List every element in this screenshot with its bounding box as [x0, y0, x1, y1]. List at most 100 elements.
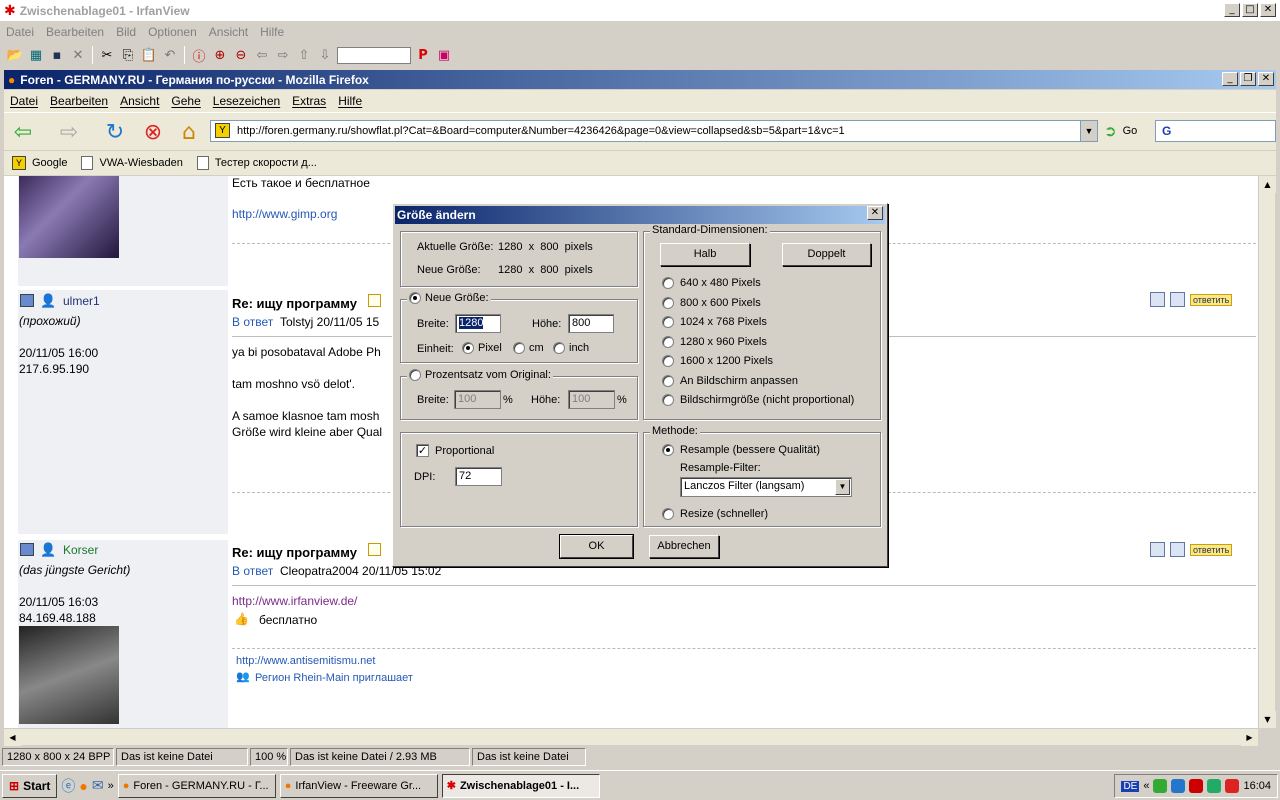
ok-button[interactable]: OK: [559, 534, 634, 559]
ff-menu-datei[interactable]: Datei: [4, 94, 44, 108]
std-option-640[interactable]: 640 x 480 Pixels: [662, 277, 761, 289]
delete-post-icon[interactable]: [1150, 292, 1165, 307]
maximize-button[interactable]: □: [1242, 3, 1258, 17]
close-button[interactable]: ✕: [1258, 72, 1274, 86]
radio-button[interactable]: [662, 508, 674, 520]
task-irfanview-web[interactable]: ● IrfanView - Freeware Gr...: [279, 773, 438, 798]
scroll-right-icon[interactable]: ▶: [1241, 729, 1258, 746]
forward-icon[interactable]: ⇨: [54, 117, 84, 147]
scroll-down-icon[interactable]: ▼: [1259, 711, 1276, 728]
task-firefox[interactable]: ● Foren - GERMANY.RU - Г...: [117, 773, 276, 798]
signature-link[interactable]: http://www.antisemitismu.net: [236, 655, 375, 667]
cancel-button[interactable]: Abbrechen: [649, 535, 719, 558]
resize-option[interactable]: Resize (schneller): [662, 508, 768, 520]
previous-icon[interactable]: ⇦: [253, 46, 271, 64]
minimize-button[interactable]: _: [1222, 72, 1238, 86]
last-icon[interactable]: ⇩: [316, 46, 334, 64]
collapse-icon[interactable]: [20, 294, 34, 307]
undo-icon[interactable]: ↶: [161, 46, 179, 64]
menu-bearbeiten[interactable]: Bearbeiten: [40, 25, 110, 39]
scroll-up-icon[interactable]: ▲: [1259, 176, 1276, 193]
search-box[interactable]: G: [1155, 120, 1276, 142]
quicklaunch-ie-icon[interactable]: ⓔ: [61, 776, 75, 796]
start-button[interactable]: ⊞ Start: [2, 773, 58, 798]
menu-bild[interactable]: Bild: [110, 25, 142, 39]
unit-cm-radio[interactable]: [513, 342, 525, 354]
quicklaunch-outlook-icon[interactable]: ✉: [92, 777, 104, 794]
signature-text[interactable]: Регион Rhein-Main приглашает: [255, 672, 413, 684]
quicklaunch-firefox-icon[interactable]: ●: [79, 778, 87, 794]
quicklaunch-more-icon[interactable]: »: [108, 780, 114, 792]
reload-icon[interactable]: ↻: [100, 117, 130, 147]
first-icon[interactable]: ⇧: [295, 46, 313, 64]
checkbox-checked-icon[interactable]: ✓: [416, 444, 429, 457]
reply-button[interactable]: ответить: [1190, 543, 1233, 556]
radio-button[interactable]: [662, 316, 674, 328]
radio-button[interactable]: [662, 277, 674, 289]
ff-menu-hilfe[interactable]: Hilfe: [332, 94, 368, 108]
half-button[interactable]: Halb: [660, 243, 750, 266]
tray-acrobat-icon[interactable]: [1225, 779, 1240, 793]
reply-to-link[interactable]: В ответ: [232, 315, 273, 329]
radio-button[interactable]: [662, 297, 674, 309]
delete-icon[interactable]: ✕: [69, 46, 87, 64]
paste-icon[interactable]: 📋: [140, 46, 158, 64]
reply-to-link[interactable]: В ответ: [232, 564, 273, 578]
bookmark-vwa[interactable]: VWA-Wiesbaden: [81, 156, 183, 170]
ff-menu-gehe[interactable]: Gehe: [165, 94, 206, 108]
copy-icon[interactable]: ⎘: [119, 46, 137, 64]
cut-icon[interactable]: ✂: [98, 46, 116, 64]
std-option-800[interactable]: 800 x 600 Pixels: [662, 297, 761, 309]
menu-datei[interactable]: Datei: [0, 25, 40, 39]
slideshow-icon[interactable]: ▣: [435, 46, 453, 64]
width-input[interactable]: 1280: [455, 314, 501, 333]
menu-optionen[interactable]: Optionen: [142, 25, 203, 39]
percent-radio[interactable]: [409, 369, 421, 381]
radio-button[interactable]: [662, 336, 674, 348]
ff-menu-extras[interactable]: Extras: [286, 94, 332, 108]
ff-menu-bearbeiten[interactable]: Bearbeiten: [44, 94, 114, 108]
menu-hilfe[interactable]: Hilfe: [254, 25, 290, 39]
radio-button[interactable]: [662, 375, 674, 387]
radio-button[interactable]: [662, 394, 674, 406]
gimp-link[interactable]: http://www.gimp.org: [232, 207, 337, 221]
tray-security-icon[interactable]: [1189, 779, 1204, 793]
zoom-in-icon[interactable]: ⊕: [211, 46, 229, 64]
home-icon[interactable]: ⌂: [174, 117, 204, 147]
edit-post-icon[interactable]: [1170, 292, 1185, 307]
print-icon[interactable]: P: [414, 46, 432, 64]
back-icon[interactable]: ⇦: [8, 117, 38, 147]
std-option-1024[interactable]: 1024 x 768 Pixels: [662, 316, 767, 328]
unit-inch-radio[interactable]: [553, 342, 565, 354]
dpi-input[interactable]: 72: [455, 467, 502, 486]
ff-menu-ansicht[interactable]: Ansicht: [114, 94, 165, 108]
unit-pixel-option[interactable]: Pixel: [462, 342, 502, 354]
std-option-screen-size[interactable]: Bildschirmgröße (nicht proportional): [662, 394, 854, 406]
radio-button[interactable]: [662, 444, 674, 456]
vertical-scrollbar[interactable]: ▲ ▼: [1258, 176, 1276, 728]
save-icon[interactable]: ▪: [48, 46, 66, 64]
open-icon[interactable]: 📂: [6, 46, 24, 64]
minimize-button[interactable]: _: [1224, 3, 1240, 17]
unit-cm-option[interactable]: cm: [513, 342, 544, 354]
language-indicator[interactable]: DE: [1121, 780, 1140, 792]
reply-button[interactable]: ответить: [1190, 293, 1233, 306]
address-bar[interactable]: Y http://foren.germany.ru/showflat.pl?Ca…: [210, 120, 1098, 142]
bookmark-google[interactable]: Y Google: [12, 156, 67, 170]
username[interactable]: Korser: [63, 543, 98, 557]
zoom-out-icon[interactable]: ⊖: [232, 46, 250, 64]
tray-network-icon[interactable]: [1171, 779, 1186, 793]
double-button[interactable]: Doppelt: [782, 243, 871, 266]
new-size-option[interactable]: Neue Größe:: [407, 292, 491, 304]
radio-button[interactable]: [662, 355, 674, 367]
edit-post-icon[interactable]: [1170, 542, 1185, 557]
info-icon[interactable]: ⓘ: [190, 46, 208, 65]
delete-post-icon[interactable]: [1150, 542, 1165, 557]
tray-app-icon[interactable]: [1207, 779, 1222, 793]
close-button[interactable]: ✕: [1260, 3, 1276, 17]
address-dropdown-icon[interactable]: ▼: [1080, 121, 1097, 141]
proportional-option[interactable]: ✓ Proportional: [416, 444, 494, 457]
horizontal-scrollbar[interactable]: ◀ ▶: [4, 728, 1258, 746]
tray-expand-icon[interactable]: «: [1143, 780, 1149, 792]
go-button[interactable]: ➲ Go: [1104, 122, 1137, 140]
